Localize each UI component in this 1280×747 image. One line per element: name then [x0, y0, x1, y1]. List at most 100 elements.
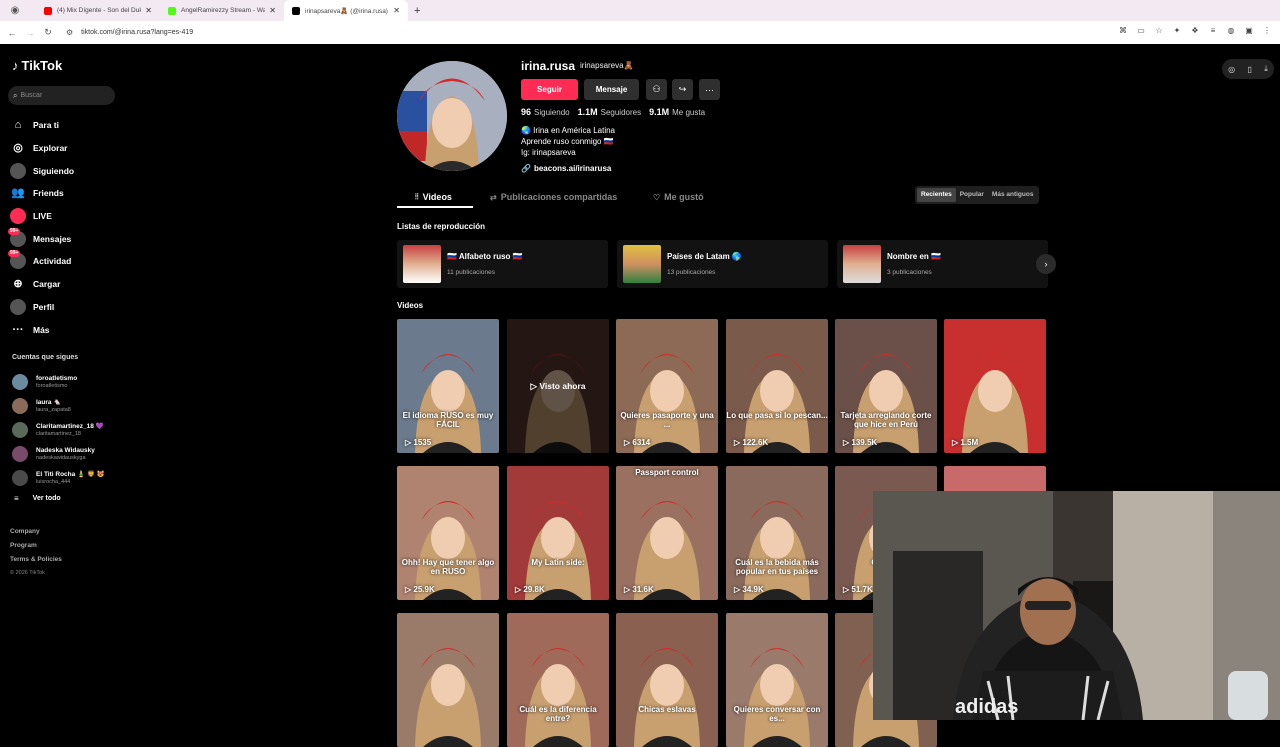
- stat-following[interactable]: 96 Siguiendo: [521, 107, 570, 117]
- site-info-icon[interactable]: ⚙: [66, 28, 73, 37]
- sidebar-item-perfil[interactable]: Perfil: [10, 296, 74, 319]
- notification-badge: 99+: [8, 250, 21, 258]
- footer-link-company[interactable]: Company: [10, 528, 62, 542]
- video-caption: Cuál es la diferencia entre?: [519, 705, 597, 723]
- sidebar-item-friends[interactable]: 👥 Friends: [10, 182, 74, 205]
- extension-icon[interactable]: ✦: [1172, 26, 1182, 36]
- footer-link-program[interactable]: Program: [10, 542, 62, 556]
- translate-icon[interactable]: ⌘: [1118, 26, 1128, 36]
- close-tab-icon[interactable]: ✕: [269, 6, 276, 15]
- video-thumbnail[interactable]: Tarjeta arreglando corte que hice en Per…: [835, 319, 937, 453]
- browser-tab-2[interactable]: AngelRamirezzy Stream - Watch ✕: [160, 0, 284, 21]
- close-tab-icon[interactable]: ✕: [145, 6, 152, 15]
- video-frame: [616, 319, 718, 453]
- video-thumbnail[interactable]: [397, 613, 499, 747]
- sidebar-item-mas[interactable]: ··· Más: [10, 318, 74, 341]
- sidebar-item-explorar[interactable]: ◎ Explorar: [10, 137, 74, 160]
- footer-link-terms[interactable]: Terms & Policies: [10, 556, 62, 570]
- video-thumbnail[interactable]: Ohh! Hay que tener algo en RUSO ▷ 25.9K: [397, 466, 499, 600]
- video-thumbnail[interactable]: Quieres pasaporte y una ... ▷ 6314: [616, 319, 718, 453]
- back-icon[interactable]: ←: [6, 28, 18, 38]
- following-account[interactable]: El Titi Rocha 🎍 🦁 😻 luisrocha_444: [12, 466, 105, 490]
- sidebar-item-label: Más: [33, 324, 50, 335]
- share-button[interactable]: ↪: [672, 79, 693, 100]
- extension-icon[interactable]: ◍: [1226, 26, 1236, 36]
- coin-icon[interactable]: ◎: [1228, 65, 1235, 74]
- close-tab-icon[interactable]: ✕: [393, 6, 400, 15]
- video-view-count: ▷ 122.6K: [734, 438, 769, 447]
- video-thumbnail[interactable]: Chicas eslavas: [616, 613, 718, 747]
- following-list: foroatletismo foroatletismo laura 🐁 laura_…: [12, 370, 105, 490]
- url-text: tiktok.com/@irina.rusa?lang=es-419: [81, 29, 194, 36]
- forward-icon[interactable]: →: [24, 28, 36, 38]
- tab-search-icon[interactable]: ◉: [8, 4, 22, 18]
- video-thumbnail[interactable]: Cuál es la diferencia entre?: [507, 613, 609, 747]
- reload-icon[interactable]: ↻: [42, 27, 54, 38]
- video-thumbnail[interactable]: Passport control ▷ 31.6K: [616, 466, 718, 600]
- video-view-count: ▷ 29.8K: [515, 585, 545, 594]
- following-account[interactable]: Claritamartinez_18 💜 claritamartinez_18: [12, 418, 105, 442]
- avatar: [12, 374, 28, 390]
- bio-line: Aprende ruso conmigo 🇷🇺: [521, 137, 614, 146]
- more-icon: ···: [12, 323, 24, 336]
- profile-stats: 96 Siguiendo 1.1M Seguidores 9.1M Me gusta: [521, 107, 705, 117]
- tab-videos[interactable]: ⦙⦙ Videos: [415, 186, 452, 208]
- sidebar-item-actividad[interactable]: 99+ Actividad: [8, 250, 74, 273]
- playlist-card[interactable]: 🇷🇺 Alfabeto ruso 🇷🇺 11 publicaciones: [397, 240, 608, 288]
- grid-icon: ⦙⦙: [415, 192, 419, 201]
- sidebar-item-label: LIVE: [33, 211, 52, 222]
- sidebar-item-mensajes[interactable]: 99+ Mensajes: [8, 227, 74, 250]
- profile-link-text: beacons.ai/irinarusa: [533, 164, 612, 173]
- follow-button[interactable]: Seguir: [521, 79, 578, 100]
- tab-liked[interactable]: ♡ Me gustó: [653, 186, 704, 208]
- video-thumbnail[interactable]: El idioma RUSO es muy FÁCIL ▷ 1535: [397, 319, 499, 453]
- tiktok-logo[interactable]: ♪ TikTok: [12, 58, 62, 73]
- video-thumbnail[interactable]: ▷ Visto ahora: [507, 319, 609, 453]
- video-thumbnail[interactable]: ▷ 1.5M: [944, 319, 1046, 453]
- playlist-card[interactable]: Países de Latam 🌎 13 publicaciones: [617, 240, 828, 288]
- new-tab-icon[interactable]: +: [414, 5, 420, 17]
- download-icon[interactable]: ⤓: [1264, 64, 1268, 74]
- profile-avatar[interactable]: [397, 61, 507, 171]
- video-caption: Cuál es la bebida más popular en tus paí…: [735, 558, 819, 576]
- see-all-link[interactable]: ≡ Ver todo: [14, 494, 61, 503]
- more-icon[interactable]: ⋮: [1262, 26, 1272, 36]
- following-account[interactable]: laura 🐁 laura_zapata8: [12, 394, 105, 418]
- following-account[interactable]: foroatletismo foroatletismo: [12, 370, 105, 394]
- extension-icon[interactable]: ≡: [1208, 26, 1218, 36]
- sidebar-item-para-ti[interactable]: ⌂ Para ti: [10, 114, 74, 137]
- playlist-next-button[interactable]: ›: [1036, 254, 1056, 274]
- video-thumbnail[interactable]: Lo que pasa si lo pescan... ▷ 122.6K: [726, 319, 828, 453]
- video-thumbnail[interactable]: Quieres conversar con es...: [726, 613, 828, 747]
- sidebar-item-siguiendo[interactable]: Siguiendo: [10, 159, 74, 182]
- sidebar-item-cargar[interactable]: ⊕ Cargar: [10, 273, 74, 296]
- browser-tab-3[interactable]: irinapsareva🧸 (@irina.rusa) | TikT ✕: [284, 0, 408, 21]
- message-button[interactable]: Mensaje: [584, 79, 639, 100]
- browser-tab-1[interactable]: (4) Mix Dígente - Son del Duk ✕: [36, 0, 160, 21]
- sort-recent[interactable]: Recientes: [917, 188, 956, 202]
- profile-link[interactable]: 🔗 beacons.ai/irinarusa: [521, 164, 611, 173]
- more-options-button[interactable]: ···: [699, 79, 720, 100]
- device-icon[interactable]: ▯: [1248, 65, 1252, 74]
- extension-icon[interactable]: ❖: [1190, 26, 1200, 36]
- messages-icon: 99+: [8, 227, 26, 247]
- video-thumbnail[interactable]: My Latin side: ▷ 29.8K: [507, 466, 609, 600]
- extensions-puzzle-icon[interactable]: ▣: [1244, 26, 1254, 36]
- bookmark-star-icon[interactable]: ☆: [1154, 26, 1164, 36]
- address-bar[interactable]: ⚙ tiktok.com/@irina.rusa?lang=es-419: [62, 24, 1082, 41]
- suggested-accounts-button[interactable]: ⚇: [646, 79, 667, 100]
- stat-followers[interactable]: 1.1M Seguidores: [578, 107, 642, 117]
- video-thumbnail[interactable]: Cuál es la bebida más popular en tus paí…: [726, 466, 828, 600]
- search-input[interactable]: ⌕ Buscar: [8, 86, 115, 105]
- playlist-card[interactable]: Nombre en 🇷🇺 3 publicaciones: [837, 240, 1048, 288]
- playlist-name: Nombre en 🇷🇺: [887, 252, 941, 261]
- install-icon[interactable]: ▭: [1136, 26, 1146, 36]
- avatar: [12, 398, 28, 414]
- account-name: Nadeska Widausky: [36, 447, 95, 454]
- sort-oldest[interactable]: Más antiguos: [988, 188, 1038, 202]
- tab-reposts[interactable]: ⇄ Publicaciones compartidas: [490, 186, 617, 208]
- sort-popular[interactable]: Popular: [956, 188, 988, 202]
- following-account[interactable]: Nadeska Widausky nadeskawidauskyga: [12, 442, 105, 466]
- sidebar-item-live[interactable]: LIVE: [10, 205, 74, 228]
- video-caption: Passport control: [635, 468, 699, 477]
